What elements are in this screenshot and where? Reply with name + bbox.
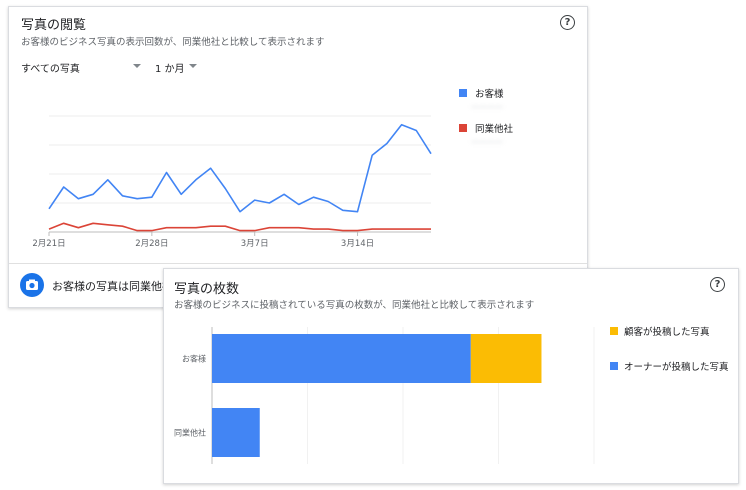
legend-swatch-customer-photos [610, 327, 618, 335]
series-line-you [48, 123, 432, 213]
period-dropdown[interactable]: 1 か月 [155, 60, 185, 75]
x-tick-label: 2月21日 [32, 239, 65, 249]
series-line-competitors [48, 222, 431, 232]
x-tick-label: 3月14日 [341, 239, 374, 249]
legend-value-you: ———— [471, 102, 503, 111]
legend-swatch-you [459, 89, 467, 97]
photo-count-card: 写真の枚数 お客様のビジネスに投稿されている写真の枚数が、同業他社と比較して表示… [163, 268, 739, 484]
bar-segment [212, 334, 471, 383]
count-card-title: 写真の枚数 [174, 282, 240, 297]
insight-text: お客様の写真は同業他社 [52, 280, 173, 293]
count-bar-chart: お客様同業他社 [174, 327, 595, 464]
legend-label-competitors: 同業他社 [475, 124, 514, 135]
views-card-title: 写真の閲覧 [21, 18, 87, 33]
count-card-subtitle: お客様のビジネスに投稿されている写真の枚数が、同業他社と比較して表示されます [174, 300, 535, 311]
legend-swatch-competitors [459, 124, 467, 132]
chevron-down-icon[interactable] [133, 64, 141, 68]
photo-views-card: 写真の閲覧 お客様のビジネス写真の表示回数が、同業他社と比較して表示されます ?… [8, 6, 588, 308]
help-icon[interactable]: ? [560, 15, 575, 30]
help-icon[interactable]: ? [710, 277, 725, 292]
chevron-down-icon[interactable] [189, 64, 197, 68]
photo-type-dropdown[interactable]: すべての写真 [21, 60, 80, 75]
views-line-chart: 2月21日 2月28日 3月7日 3月14日 [32, 115, 432, 249]
camera-icon [20, 273, 44, 297]
legend-swatch-owner-photos [610, 362, 618, 370]
legend-label-you: お客様 [475, 89, 504, 100]
x-tick-label: 3月7日 [241, 239, 269, 249]
legend-value-competitors: ———— [471, 137, 503, 146]
bar-segment [212, 408, 260, 457]
legend-label-customer-photos: 顧客が投稿した写真 [624, 327, 710, 338]
legend-label-owner-photos: オーナーが投稿した写真 [624, 362, 729, 373]
category-label: お客様 [182, 354, 206, 364]
category-label: 同業他社 [174, 428, 206, 438]
views-card-subtitle: お客様のビジネス写真の表示回数が、同業他社と比較して表示されます [21, 37, 325, 48]
bar-segment [470, 334, 542, 383]
x-tick-label: 2月28日 [135, 239, 168, 249]
